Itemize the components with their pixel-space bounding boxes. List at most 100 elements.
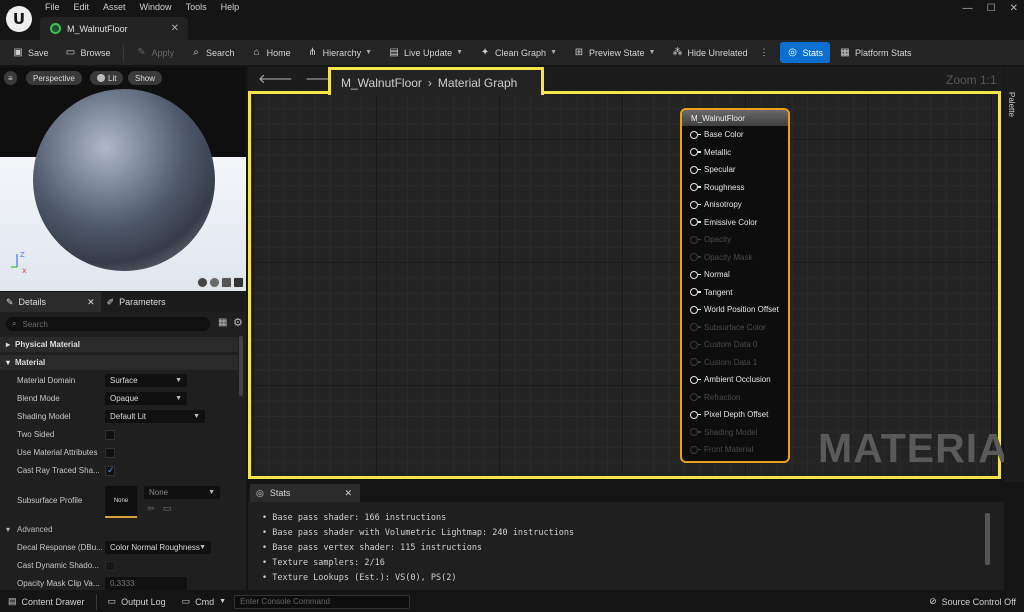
- close-details-icon[interactable]: ✕: [87, 297, 95, 308]
- home-button[interactable]: ⌂ Home: [244, 42, 298, 63]
- node-pin[interactable]: Base Color: [682, 126, 788, 144]
- table-view-icon[interactable]: ▦: [218, 317, 227, 328]
- pin-connector-icon[interactable]: [690, 358, 701, 367]
- use-selected-icon[interactable]: ⇦: [147, 503, 155, 514]
- close-tab-icon[interactable]: ✕: [171, 23, 179, 34]
- material-domain-dropdown[interactable]: Surface ▼: [105, 374, 187, 387]
- cast-dynamic-shadow-checkbox[interactable]: [105, 560, 115, 571]
- pin-connector-icon[interactable]: [690, 323, 701, 332]
- pin-connector-icon[interactable]: [690, 393, 701, 402]
- tab-parameters[interactable]: ✐ Parameters: [101, 292, 172, 312]
- cast-ray-traced-checkbox[interactable]: [105, 465, 115, 476]
- node-pin[interactable]: Metallic: [682, 144, 788, 162]
- row-advanced[interactable]: ▾ Advanced: [0, 521, 238, 538]
- minimize-icon[interactable]: —: [963, 3, 973, 14]
- node-pin[interactable]: Pixel Depth Offset: [682, 406, 788, 424]
- teapot-icon[interactable]: [245, 277, 246, 288]
- breadcrumb-asset[interactable]: M_WalnutFloor: [341, 76, 422, 90]
- menu-tools[interactable]: Tools: [179, 0, 214, 16]
- material-graph-canvas[interactable]: [248, 93, 1001, 479]
- node-pin[interactable]: Roughness: [682, 179, 788, 197]
- hide-unrelated-button[interactable]: ⁂ Hide Unrelated: [664, 42, 754, 63]
- platform-stats-button[interactable]: ▦ Platform Stats: [832, 42, 919, 63]
- pin-connector-icon[interactable]: [690, 200, 701, 209]
- lit-button[interactable]: Lit: [90, 71, 124, 85]
- stats-scrollbar[interactable]: [985, 513, 990, 565]
- node-pin[interactable]: Anisotropy: [682, 196, 788, 214]
- pin-connector-icon[interactable]: [690, 183, 701, 192]
- search-button[interactable]: ⌕ Search: [183, 42, 242, 63]
- node-pin[interactable]: Subsurface Color: [682, 319, 788, 337]
- preview-state-button[interactable]: ⊞ Preview State ▼: [566, 42, 662, 63]
- blend-mode-dropdown[interactable]: Opaque ▼: [105, 392, 187, 405]
- hierarchy-button[interactable]: ⋔ Hierarchy ▼: [300, 42, 379, 63]
- node-pin[interactable]: Ambient Occlusion: [682, 371, 788, 389]
- pin-connector-icon[interactable]: [690, 270, 701, 279]
- perspective-button[interactable]: Perspective: [26, 71, 82, 85]
- viewport-menu-icon[interactable]: ≡: [4, 71, 17, 85]
- show-button[interactable]: Show: [128, 71, 163, 85]
- browse-asset-icon[interactable]: ▭: [163, 503, 172, 514]
- menu-window[interactable]: Window: [133, 0, 179, 16]
- node-pin[interactable]: Specular: [682, 161, 788, 179]
- node-pin[interactable]: Custom Data 1: [682, 354, 788, 372]
- pin-connector-icon[interactable]: [690, 340, 701, 349]
- output-log-button[interactable]: ▭ Output Log: [100, 591, 174, 612]
- pin-connector-icon[interactable]: [690, 305, 701, 314]
- maximize-icon[interactable]: ☐: [987, 3, 996, 14]
- stats-button[interactable]: ◎ Stats: [779, 42, 831, 63]
- pin-connector-icon[interactable]: [690, 445, 701, 454]
- pin-connector-icon[interactable]: [690, 235, 701, 244]
- node-pin[interactable]: Opacity Mask: [682, 249, 788, 267]
- live-update-button[interactable]: ▤ Live Update ▼: [381, 42, 470, 63]
- pin-connector-icon[interactable]: [690, 253, 701, 262]
- menu-edit[interactable]: Edit: [67, 0, 97, 16]
- menu-help[interactable]: Help: [214, 0, 247, 16]
- sphere-icon[interactable]: [209, 277, 220, 288]
- node-pin[interactable]: Opacity: [682, 231, 788, 249]
- settings-gear-icon[interactable]: ⚙: [233, 316, 243, 329]
- pin-connector-icon[interactable]: [690, 148, 701, 157]
- palette-tab[interactable]: Palette: [1007, 92, 1016, 117]
- node-pin[interactable]: Front Material: [682, 441, 788, 459]
- details-search-input[interactable]: ⌕ Search: [6, 317, 210, 331]
- pin-connector-icon[interactable]: [690, 410, 701, 419]
- decal-response-dropdown[interactable]: Color Normal Roughness ▼: [105, 541, 211, 554]
- pin-connector-icon[interactable]: [690, 218, 701, 227]
- cylinder-icon[interactable]: [197, 277, 208, 288]
- close-stats-icon[interactable]: ✕: [344, 488, 352, 499]
- more-options-icon[interactable]: ⋮: [757, 42, 772, 63]
- unreal-logo-icon[interactable]: U: [6, 6, 32, 32]
- pin-connector-icon[interactable]: [690, 288, 701, 297]
- plane-icon[interactable]: [221, 277, 232, 288]
- save-button[interactable]: ▣ Save: [5, 42, 56, 63]
- material-result-node[interactable]: M_WalnutFloor Base Color Metallic Specular…: [680, 108, 790, 463]
- opacity-mask-clip-input[interactable]: 0.3333: [105, 577, 187, 590]
- browse-button[interactable]: ▭ Browse: [58, 42, 118, 63]
- content-drawer-button[interactable]: ▤ Content Drawer: [0, 591, 93, 612]
- node-pin[interactable]: Shading Model: [682, 424, 788, 442]
- node-pin[interactable]: World Position Offset: [682, 301, 788, 319]
- section-material[interactable]: ▾ Material: [0, 355, 238, 370]
- section-physical-material[interactable]: ▸ Physical Material: [0, 337, 238, 352]
- two-sided-checkbox[interactable]: [105, 429, 115, 440]
- shading-model-dropdown[interactable]: Default Lit ▼: [105, 410, 205, 423]
- menu-file[interactable]: File: [38, 0, 67, 16]
- source-control-button[interactable]: ⊘ Source Control Off: [921, 591, 1024, 612]
- node-pin[interactable]: Tangent: [682, 284, 788, 302]
- console-input[interactable]: Enter Console Command: [234, 594, 411, 609]
- clean-graph-button[interactable]: ✦ Clean Graph ▼: [472, 42, 564, 63]
- back-arrow-icon[interactable]: 🡐: [258, 71, 293, 87]
- node-pin[interactable]: Normal: [682, 266, 788, 284]
- pin-connector-icon[interactable]: [690, 165, 701, 174]
- pin-connector-icon[interactable]: [690, 428, 701, 437]
- cmd-dropdown[interactable]: ▭ Cmd ▼: [174, 591, 234, 612]
- preview-viewport[interactable]: ≡ Perspective Lit Show xZ: [0, 67, 246, 291]
- close-window-icon[interactable]: ✕: [1010, 3, 1018, 14]
- details-scrollbar[interactable]: [239, 336, 243, 396]
- node-pin[interactable]: Refraction: [682, 389, 788, 407]
- menu-asset[interactable]: Asset: [96, 0, 133, 16]
- tab-stats[interactable]: ◎ Stats ✕: [250, 484, 360, 502]
- node-pin[interactable]: Custom Data 0: [682, 336, 788, 354]
- node-pin[interactable]: Emissive Color: [682, 214, 788, 232]
